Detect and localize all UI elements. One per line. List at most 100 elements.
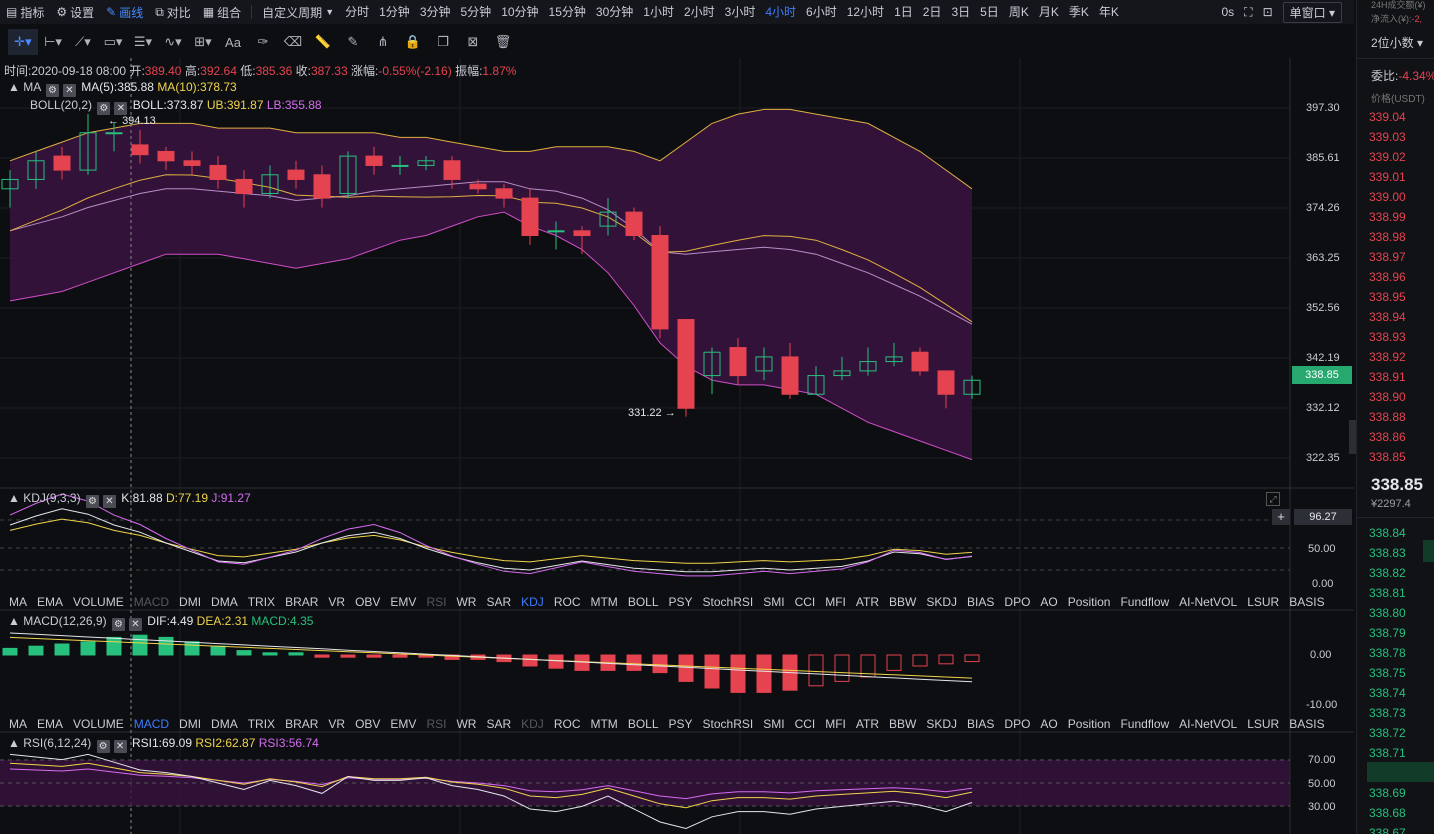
indicator-tab-13[interactable]: SAR (481, 717, 516, 731)
indicator-tab-4[interactable]: DMI (174, 717, 206, 731)
indicator-tab-33[interactable]: BASIS (1284, 717, 1329, 731)
indicator-tab-16[interactable]: MTM (585, 595, 622, 609)
period-2[interactable]: 3分钟 (415, 0, 456, 24)
indicator-tab-30[interactable]: Fundflow (1115, 595, 1174, 609)
indicator-tab-11[interactable]: RSI (421, 717, 451, 731)
indicator-tab-1[interactable]: EMA (32, 717, 68, 731)
indicator-tab-25[interactable]: SKDJ (921, 595, 962, 609)
close-icon[interactable]: ✕ (128, 618, 142, 631)
ask-price[interactable]: 338.98 (1369, 230, 1406, 244)
copy-tool-icon[interactable]: ❐ (428, 29, 458, 55)
indicator-tab-22[interactable]: MFI (820, 717, 851, 731)
eraser-tool-icon[interactable]: ⌫ (278, 29, 308, 55)
period-14[interactable]: 2日 (918, 0, 947, 24)
indicator-tab-31[interactable]: AI-NetVOL (1174, 717, 1242, 731)
ask-price[interactable]: 338.94 (1369, 310, 1406, 324)
lock-tool-icon[interactable]: 🔒 (398, 29, 428, 55)
rectangle-tool-icon[interactable]: ▭▾ (98, 29, 128, 55)
close-icon[interactable]: ✕ (114, 102, 128, 115)
indicator-tab-28[interactable]: AO (1035, 595, 1062, 609)
indicator-tab-29[interactable]: Position (1063, 717, 1116, 731)
pencil-tool-icon[interactable]: ✎ (338, 29, 368, 55)
indicator-tab-8[interactable]: VR (323, 717, 350, 731)
indicator-tab-0[interactable]: MA (4, 595, 32, 609)
collapse-icon[interactable]: ▲ (8, 614, 20, 628)
indicator-tab-5[interactable]: DMA (206, 595, 243, 609)
ask-price[interactable]: 338.92 (1369, 350, 1406, 364)
ask-price[interactable]: 339.00 (1369, 190, 1406, 204)
panel-collapse-handle[interactable] (1349, 420, 1356, 454)
indicator-tab-22[interactable]: MFI (820, 595, 851, 609)
hide-tool-icon[interactable]: ⊠ (458, 29, 488, 55)
ask-price[interactable]: 338.97 (1369, 250, 1406, 264)
indicator-tab-25[interactable]: SKDJ (921, 717, 962, 731)
indicator-tab-23[interactable]: ATR (851, 717, 884, 731)
period-20[interactable]: 年K (1094, 0, 1124, 24)
gear-icon[interactable]: ⚙ (45, 84, 59, 97)
indicator-tab-3[interactable]: MACD (129, 717, 174, 731)
ask-price[interactable]: 339.02 (1369, 150, 1406, 164)
screenshot-icon[interactable]: ⊡ (1263, 5, 1273, 19)
bid-price[interactable]: 338.73 (1369, 706, 1406, 720)
ask-price[interactable]: 338.85 (1369, 450, 1406, 464)
period-9[interactable]: 3小时 (720, 0, 761, 24)
indicator-tab-6[interactable]: TRIX (243, 717, 280, 731)
bid-price[interactable]: 338.68 (1369, 806, 1406, 820)
ask-price[interactable]: 338.88 (1369, 410, 1406, 424)
indicator-tab-19[interactable]: StochRSI (698, 717, 759, 731)
ask-price[interactable]: 338.96 (1369, 270, 1406, 284)
indicator-tab-15[interactable]: ROC (549, 717, 586, 731)
ask-price[interactable]: 338.95 (1369, 290, 1406, 304)
bid-price[interactable]: 338.81 (1369, 586, 1406, 600)
indicator-tab-18[interactable]: PSY (664, 717, 698, 731)
period-15[interactable]: 3日 (946, 0, 975, 24)
period-5[interactable]: 15分钟 (544, 0, 591, 24)
indicator-tab-19[interactable]: StochRSI (698, 595, 759, 609)
horizontal-line-tool-icon[interactable]: ⊢▾ (38, 29, 68, 55)
ask-price[interactable]: 338.99 (1369, 210, 1406, 224)
gear-icon[interactable]: ⚙ (97, 102, 111, 115)
period-3[interactable]: 5分钟 (456, 0, 497, 24)
bid-price[interactable]: 338.74 (1369, 686, 1406, 700)
bid-price[interactable]: 338.84 (1369, 526, 1406, 540)
bid-price[interactable]: 338.79 (1369, 626, 1406, 640)
fullscreen-icon[interactable]: ⛶ (1244, 5, 1252, 20)
period-19[interactable]: 季K (1064, 0, 1094, 24)
ask-price[interactable]: 339.03 (1369, 130, 1406, 144)
fib-tool-icon[interactable]: ☰▾ (128, 29, 158, 55)
period-10[interactable]: 4小时 (760, 0, 801, 24)
ask-price[interactable]: 338.86 (1369, 430, 1406, 444)
gear-icon[interactable]: ⚙ (96, 740, 110, 753)
indicator-tab-0[interactable]: MA (4, 717, 32, 731)
indicator-tab-6[interactable]: TRIX (243, 595, 280, 609)
expand-icon[interactable]: ⤢ (1266, 492, 1280, 506)
add-line-icon[interactable]: + (1272, 509, 1290, 525)
combine-button[interactable]: ▦ 组合 (197, 0, 247, 24)
indicator-tab-11[interactable]: RSI (421, 595, 451, 609)
close-icon[interactable]: ✕ (62, 84, 76, 97)
close-icon[interactable]: ✕ (102, 495, 116, 508)
indicator-tab-4[interactable]: DMI (174, 595, 206, 609)
indicator-tab-10[interactable]: EMV (385, 595, 421, 609)
bid-price[interactable]: 338.83 (1369, 546, 1406, 560)
indicator-tab-18[interactable]: PSY (664, 595, 698, 609)
brush-tool-icon[interactable]: ✑ (248, 29, 278, 55)
compare-button[interactable]: ⧉ 对比 (149, 0, 197, 24)
text-tool-icon[interactable]: Aa (218, 29, 248, 55)
draw-button[interactable]: ✎ 画线 (100, 0, 149, 24)
ruler-tool-icon[interactable]: 📏 (308, 29, 338, 55)
gear-icon[interactable]: ⚙ (111, 618, 125, 631)
indicator-tab-2[interactable]: VOLUME (68, 595, 129, 609)
indicator-tab-13[interactable]: SAR (481, 595, 516, 609)
measure-tool-icon[interactable]: ⊞▾ (188, 29, 218, 55)
ask-price[interactable]: 338.93 (1369, 330, 1406, 344)
indicator-tab-10[interactable]: EMV (385, 717, 421, 731)
trash-tool-icon[interactable]: 🗑 (488, 29, 518, 55)
bid-price[interactable]: 338.67 (1369, 826, 1406, 834)
bid-price[interactable]: 338.75 (1369, 666, 1406, 680)
indicator-tab-31[interactable]: AI-NetVOL (1174, 595, 1242, 609)
ask-price[interactable]: 339.04 (1369, 110, 1406, 124)
settings-button[interactable]: ⚙ 设置 (50, 0, 100, 24)
period-0[interactable]: 分时 (340, 0, 374, 24)
indicator-tab-20[interactable]: SMI (758, 595, 789, 609)
